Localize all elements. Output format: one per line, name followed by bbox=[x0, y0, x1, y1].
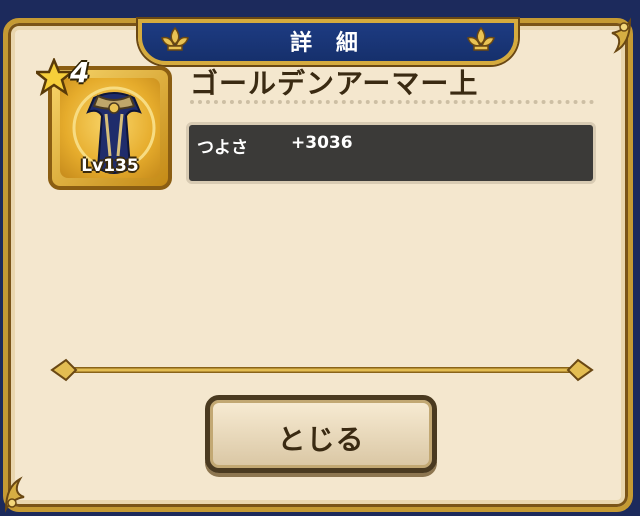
stat-label: つよさ bbox=[197, 138, 248, 158]
item-rank: 4 bbox=[70, 56, 90, 89]
corner-ornament-icon bbox=[4, 476, 25, 513]
close-button[interactable]: とじる bbox=[205, 395, 437, 473]
close-button-label: とじる bbox=[277, 423, 365, 456]
stats-panel: つよさ +3036 bbox=[186, 122, 596, 184]
title-bar: 詳 細 bbox=[138, 19, 518, 65]
dotted-separator bbox=[190, 100, 594, 104]
corner-ornament-icon bbox=[611, 17, 632, 54]
star-icon bbox=[36, 58, 76, 96]
item-name: ゴールデンアーマー上 bbox=[190, 67, 479, 100]
ornamental-divider bbox=[50, 358, 594, 382]
dialog-title: 詳 細 bbox=[290, 31, 366, 56]
fleur-de-lis-icon bbox=[467, 26, 495, 51]
stat-value: +3036 bbox=[291, 133, 353, 153]
item-level: Lv135 bbox=[81, 156, 139, 176]
